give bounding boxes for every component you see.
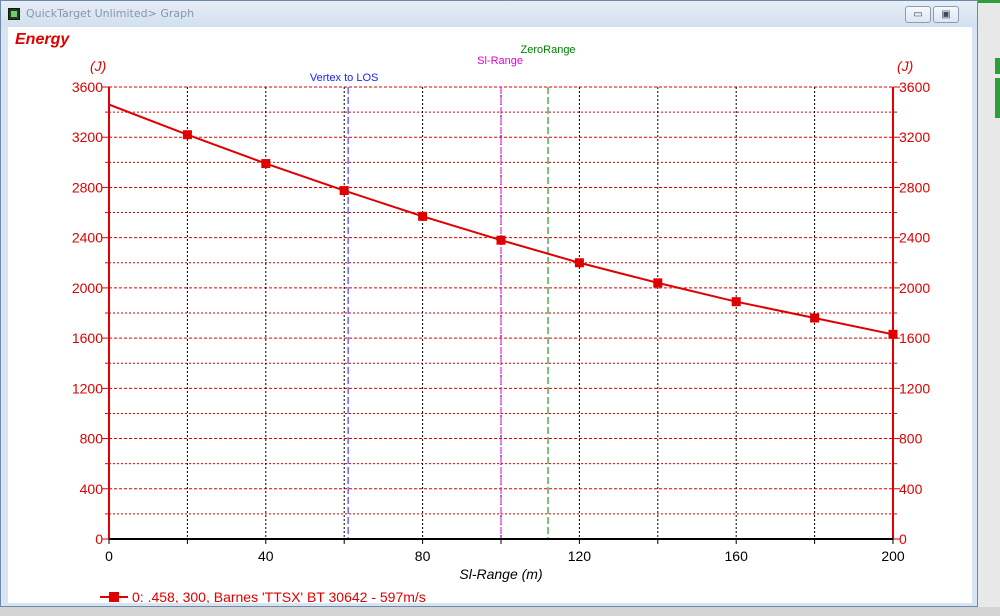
data-point — [653, 278, 663, 288]
y-tick-label-right: 400 — [899, 481, 923, 497]
legend-label: 0: .458, 300, Barnes 'TTSX' BT 30642 - 5… — [132, 589, 426, 603]
data-point — [574, 258, 584, 268]
title-bar[interactable]: QuickTarget Unlimited> Graph ▭ ▣ — [1, 1, 977, 27]
y-axis-unit-left: (J) — [90, 58, 106, 74]
x-tick-label: 40 — [258, 548, 274, 564]
y-tick-label-left: 800 — [80, 431, 104, 447]
y-tick-label-right: 0 — [899, 531, 907, 547]
x-tick-label: 200 — [881, 548, 905, 564]
y-axis-unit-right: (J) — [897, 58, 913, 74]
x-tick-label: 120 — [568, 548, 592, 564]
y-tick-label-right: 1200 — [899, 380, 930, 396]
data-point — [496, 235, 506, 245]
minimize-icon: ▭ — [913, 9, 923, 20]
y-tick-label-right: 1600 — [899, 330, 930, 346]
energy-chart: Vertex to LOSSl-RangeZeroRange0 0400 40080… — [72, 44, 931, 603]
y-tick-label-right: 2000 — [899, 280, 930, 296]
app-icon[interactable] — [8, 8, 20, 20]
reference-line-label: Sl-Range — [477, 55, 523, 67]
background-app-bottom — [0, 607, 1000, 616]
window-title: QuickTarget Unlimited> Graph — [26, 7, 195, 20]
minimize-button[interactable]: ▭ — [905, 6, 931, 23]
reference-line-label: ZeroRange — [521, 44, 576, 56]
y-tick-label-right: 3600 — [899, 79, 930, 95]
y-tick-label-left: 0 — [95, 531, 103, 547]
x-tick-label: 0 — [105, 548, 113, 564]
y-tick-label-left: 1600 — [72, 330, 103, 346]
chart-area: Energy Vertex to LOS Sl-Range ZeroRange 0 0 4… — [8, 27, 972, 603]
data-point — [261, 159, 271, 169]
data-point — [418, 211, 428, 221]
x-tick-label: 160 — [725, 548, 749, 564]
maximize-button[interactable]: ▣ — [933, 6, 959, 23]
y-tick-label-left: 1200 — [72, 380, 103, 396]
graph-window: QuickTarget Unlimited> Graph ▭ ▣ Energy … — [0, 0, 978, 607]
y-tick-label-right: 2400 — [899, 230, 930, 246]
y-tick-label-right: 800 — [899, 431, 923, 447]
y-tick-label-left: 2800 — [72, 179, 103, 195]
data-point — [731, 297, 741, 307]
data-point — [810, 313, 820, 323]
x-axis-label: Sl-Range (m) — [459, 566, 542, 582]
y-tick-label-left: 3200 — [72, 129, 103, 145]
reference-line-label: Vertex to LOS — [310, 72, 378, 84]
y-tick-label-right: 3200 — [899, 129, 930, 145]
y-tick-label-left: 3600 — [72, 79, 103, 95]
data-point — [339, 186, 349, 196]
background-app-edge — [978, 0, 1000, 616]
y-tick-label-right: 2800 — [899, 179, 930, 195]
y-tick-label-left: 2000 — [72, 280, 103, 296]
maximize-icon: ▣ — [941, 9, 951, 20]
y-tick-label-left: 2400 — [72, 230, 103, 246]
y-tick-label-left: 400 — [80, 481, 104, 497]
data-point — [182, 130, 192, 140]
x-tick-label: 80 — [415, 548, 431, 564]
legend-marker — [109, 592, 119, 602]
data-point — [888, 329, 898, 339]
